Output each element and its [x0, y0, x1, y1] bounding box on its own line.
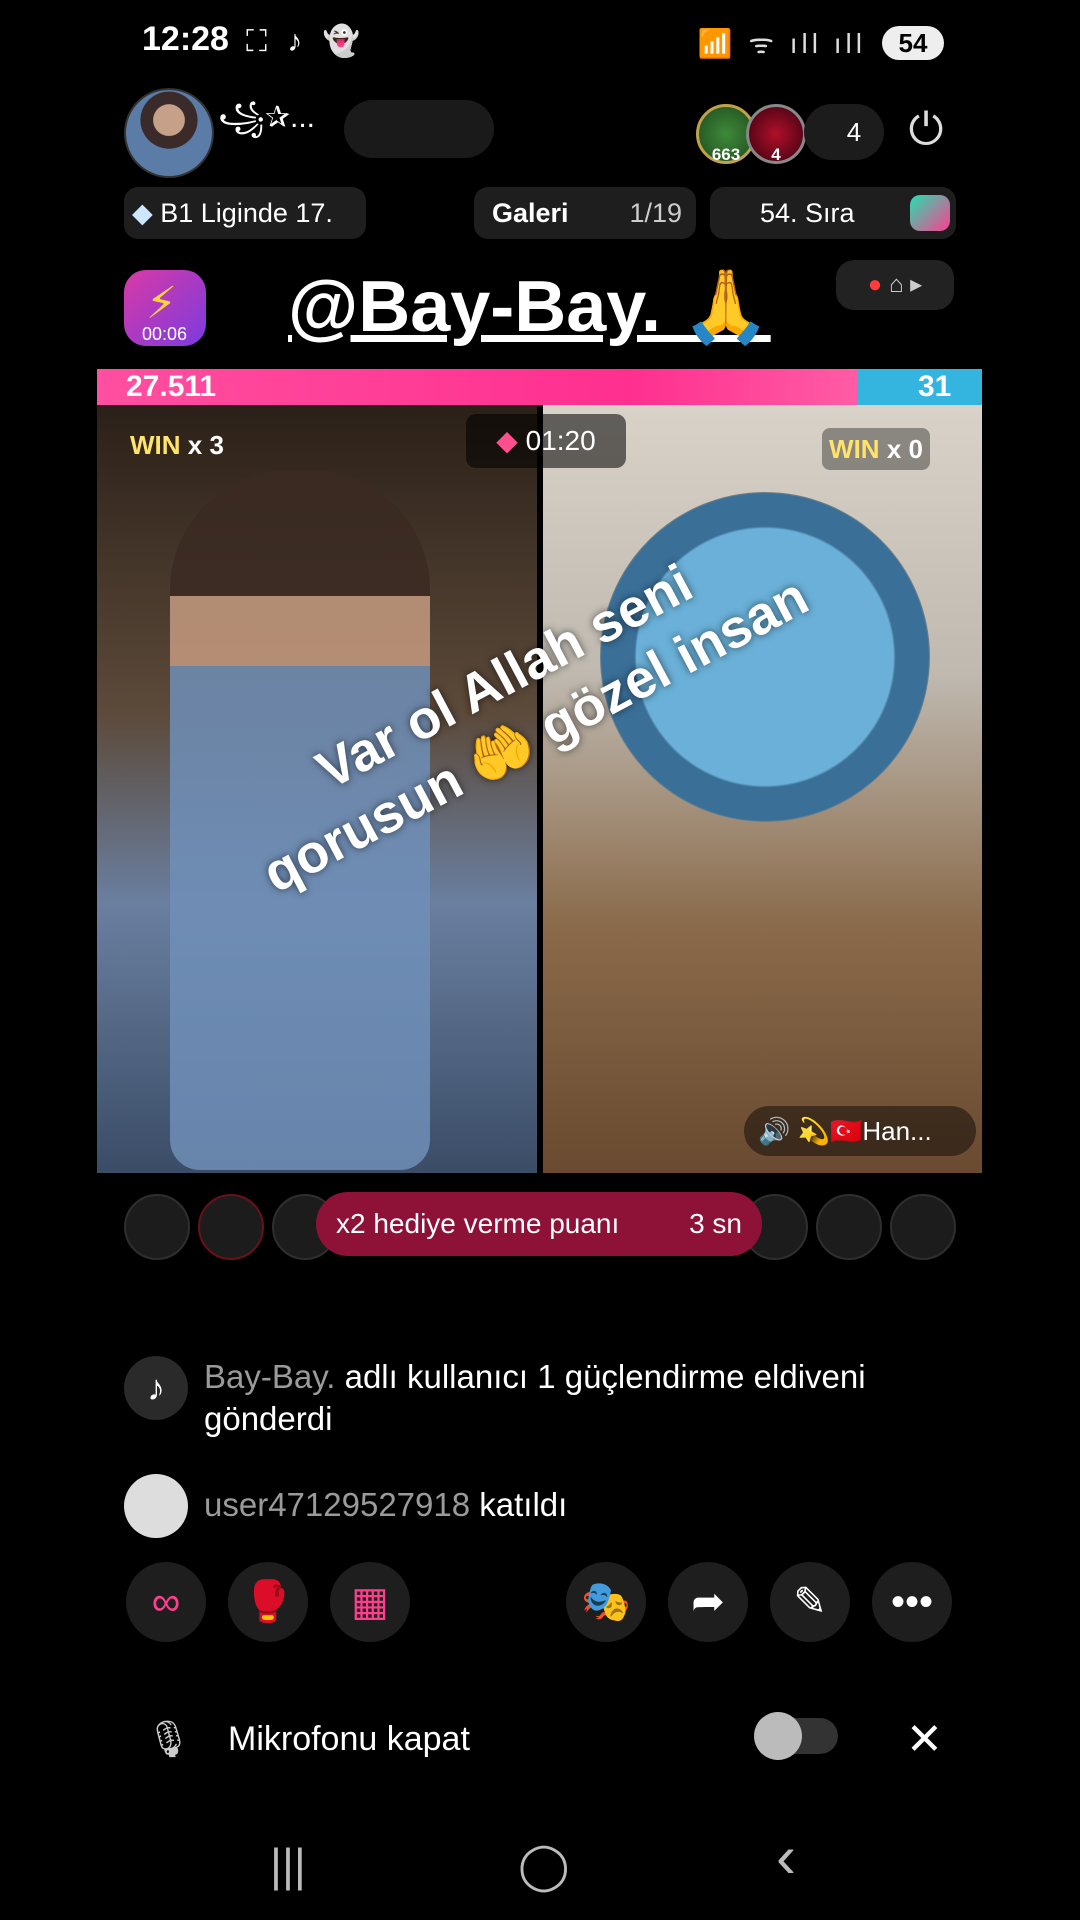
rank-icon	[910, 195, 950, 231]
mic-toggle[interactable]	[754, 1712, 838, 1760]
supporter-avatar[interactable]	[198, 1194, 264, 1260]
rank-pill[interactable]: 54. Sıra	[710, 187, 956, 239]
opponent-audio-pill[interactable]: 🔊 💫🇹🇷Han...	[744, 1106, 976, 1156]
score-left: 27.511	[126, 370, 217, 403]
apps-button[interactable]: ▦	[330, 1562, 410, 1642]
clock: 12:28	[142, 20, 229, 58]
status-bar: 12:28 ⛶ ♪ 👻 📶 ᯤ ıll ıll 54	[0, 0, 1080, 86]
boost-timer: 00:06	[142, 324, 188, 344]
close-icon[interactable]: ✕	[906, 1714, 943, 1765]
mic-label: Mikrofonu kapat	[228, 1720, 470, 1758]
bonus-banner: x2 hediye verme puanı 3 sn	[316, 1192, 762, 1256]
host-avatar[interactable]	[124, 88, 214, 178]
effects-button[interactable]: 🎭	[566, 1562, 646, 1642]
supporter-avatar[interactable]	[124, 1194, 190, 1260]
home-button[interactable]: ◯	[518, 1838, 569, 1892]
toggle-knob	[754, 1712, 802, 1760]
follow-button[interactable]	[344, 100, 494, 158]
back-button[interactable]: ‹	[776, 1822, 796, 1891]
battle-score-bar	[97, 369, 982, 405]
mic-off-icon: 🎙	[146, 1718, 192, 1759]
supporter-avatar[interactable]	[890, 1194, 956, 1260]
more-button[interactable]: •••	[872, 1562, 952, 1642]
top-gifter-avatar-2[interactable]: 4	[746, 104, 806, 164]
tiktok-icon: ♪	[124, 1356, 188, 1420]
win-count-right: WIN x 0	[822, 428, 930, 470]
notification-icons: ⛶ ♪ 👻	[246, 25, 367, 58]
home-icon: ⌂	[888, 271, 904, 298]
gloves-icon: ◆	[496, 425, 518, 456]
recents-button[interactable]: |||	[270, 1838, 306, 1892]
chat-message: user47129527918 katıldı	[204, 1486, 568, 1523]
diamond-icon: ◆	[132, 198, 161, 228]
gallery-pill[interactable]: Galeri 1/19	[474, 187, 696, 239]
battery-icon: 54	[882, 26, 944, 60]
enhance-button[interactable]: ✎	[770, 1562, 850, 1642]
avatar[interactable]	[124, 1474, 188, 1538]
power-icon[interactable]: ⏻	[902, 106, 950, 154]
supporter-avatar[interactable]	[816, 1194, 882, 1260]
gallery-label: Galeri	[492, 198, 569, 228]
play-icon: ▸	[910, 271, 923, 298]
share-button[interactable]: ➦	[668, 1562, 748, 1642]
link-button[interactable]: ∞	[126, 1562, 206, 1642]
battle-countdown: ◆ 01:20	[466, 414, 626, 468]
battle-mention: @Bay-Bay. 🙏	[288, 267, 771, 347]
league-badge[interactable]: ◆ B1 Liginde 17.	[124, 187, 366, 239]
host-name[interactable]: ꧁✰...	[218, 94, 315, 155]
record-icon: ●	[867, 271, 883, 298]
score-right: 31	[918, 370, 952, 403]
battle-button[interactable]: 🥊	[228, 1562, 308, 1642]
viewer-count[interactable]: 4	[804, 104, 884, 160]
gallery-position: 1/19	[629, 198, 682, 228]
stream-controls[interactable]: ● ⌂ ▸	[836, 260, 954, 310]
chat-message: Bay-Bay. adlı kullanıcı 1 güçlendirme el…	[204, 1358, 866, 1437]
win-count-left: WIN x 3	[130, 430, 224, 460]
signal-icons: 📶 ᯤ ıll ıll	[697, 28, 866, 59]
